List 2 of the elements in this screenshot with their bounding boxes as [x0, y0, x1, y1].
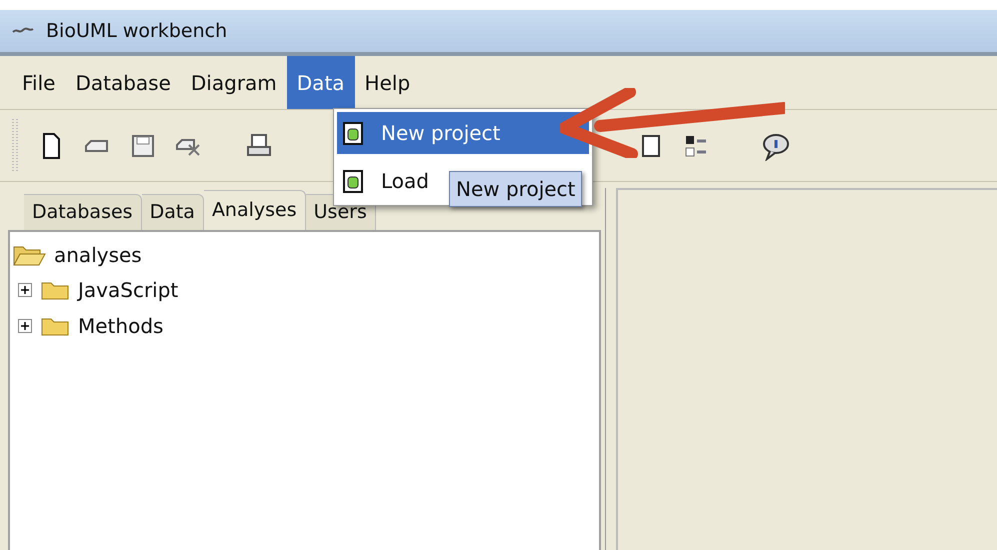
tooltip: New project	[449, 171, 582, 207]
window-title: BioUML workbench	[46, 18, 228, 44]
